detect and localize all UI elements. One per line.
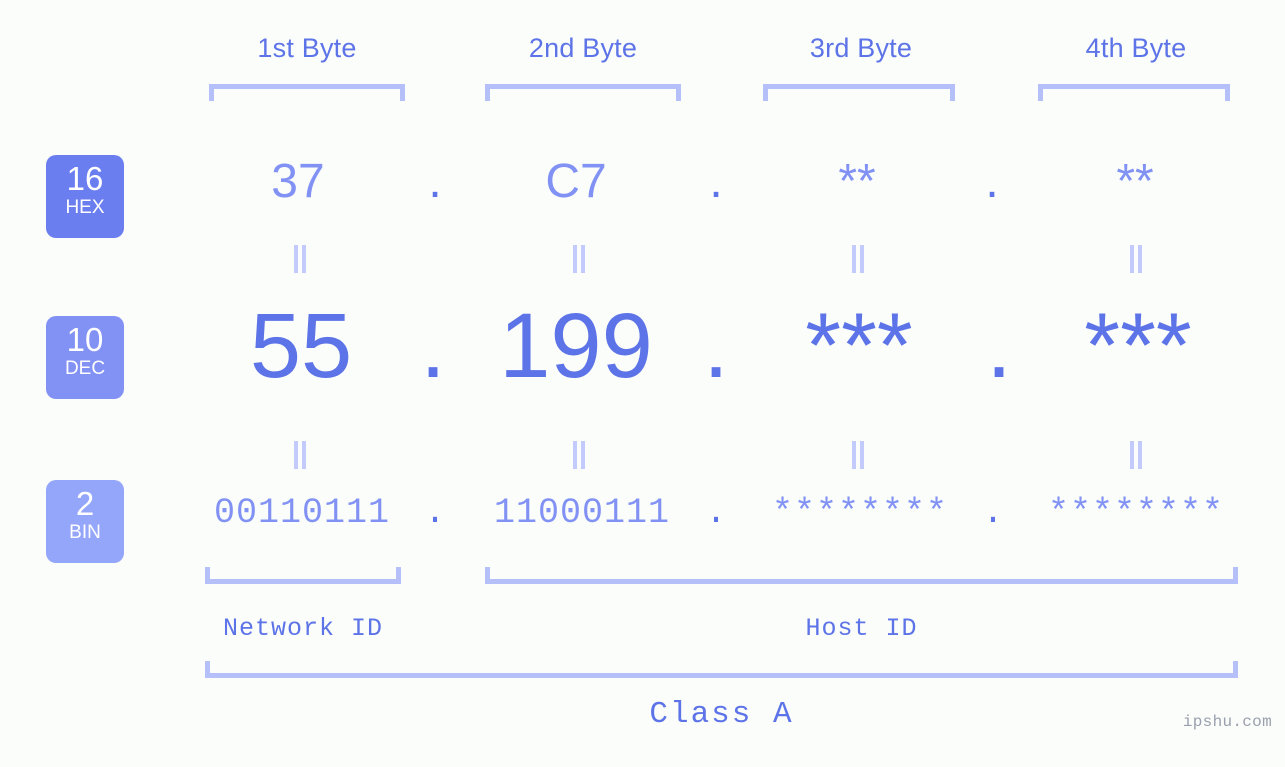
base-badge-bin-number: 2 xyxy=(75,485,95,522)
equals-mark-dec-bin-2 xyxy=(572,441,586,469)
dec-byte-3: *** xyxy=(805,295,913,397)
bin-byte-2: 11000111 xyxy=(493,493,671,533)
dec-byte-2: 199 xyxy=(499,295,653,397)
byte-header-1: 1st Byte xyxy=(257,33,357,63)
base-badge-dec-name: DEC xyxy=(64,358,106,379)
byte-header-2: 2nd Byte xyxy=(528,33,638,63)
host-id-label: Host ID xyxy=(805,614,918,643)
network-id-label: Network ID xyxy=(222,614,384,643)
dec-separator-1: . xyxy=(420,295,446,397)
bin-separator-3: . xyxy=(982,493,1004,533)
class-label: Class A xyxy=(649,697,794,732)
equals-mark-dec-bin-1 xyxy=(293,441,307,469)
class-bracket xyxy=(205,661,1238,678)
ip-byte-diagram: 1st Byte 2nd Byte 3rd Byte 4th Byte 16 H… xyxy=(0,0,1285,767)
bin-byte-4: ******** xyxy=(1047,493,1225,533)
equals-mark-dec-bin-3 xyxy=(851,441,865,469)
hex-separator-3: . xyxy=(985,155,999,208)
hex-byte-3: ** xyxy=(838,155,876,208)
byte-bracket-top-1 xyxy=(209,84,405,101)
base-badge-hex: 16 HEX xyxy=(46,155,124,238)
base-badge-dec: 10 DEC xyxy=(46,316,124,399)
hex-separator-2: . xyxy=(709,155,723,208)
host-id-bracket xyxy=(485,567,1238,584)
base-badge-bin: 2 BIN xyxy=(46,480,124,563)
equals-mark-hex-dec-4 xyxy=(1129,245,1143,273)
bin-separator-2: . xyxy=(705,493,727,533)
byte-bracket-top-4 xyxy=(1038,84,1230,101)
base-badge-bin-name: BIN xyxy=(69,522,101,543)
equals-mark-hex-dec-3 xyxy=(851,245,865,273)
hex-byte-2: C7 xyxy=(545,155,607,208)
byte-header-4: 4th Byte xyxy=(1085,33,1187,63)
base-badge-hex-name: HEX xyxy=(65,197,105,218)
base-badge-hex-number: 16 xyxy=(66,160,104,197)
bin-byte-1: 00110111 xyxy=(213,493,391,533)
network-id-bracket xyxy=(205,567,401,584)
byte-bracket-top-3 xyxy=(763,84,955,101)
byte-header-3: 3rd Byte xyxy=(809,33,913,63)
equals-mark-hex-dec-1 xyxy=(293,245,307,273)
hex-byte-1: 37 xyxy=(271,155,325,208)
dec-separator-3: . xyxy=(986,295,1012,397)
dec-byte-4: *** xyxy=(1084,295,1192,397)
dec-byte-1: 55 xyxy=(249,295,353,397)
equals-mark-dec-bin-4 xyxy=(1129,441,1143,469)
hex-byte-4: ** xyxy=(1116,155,1154,208)
equals-mark-hex-dec-2 xyxy=(572,245,586,273)
site-watermark: ipshu.com xyxy=(1182,713,1272,731)
bin-byte-3: ******** xyxy=(771,493,949,533)
base-badge-dec-number: 10 xyxy=(66,321,104,358)
bin-separator-1: . xyxy=(424,493,446,533)
byte-bracket-top-2 xyxy=(485,84,681,101)
dec-separator-2: . xyxy=(703,295,729,397)
hex-separator-1: . xyxy=(428,155,442,208)
